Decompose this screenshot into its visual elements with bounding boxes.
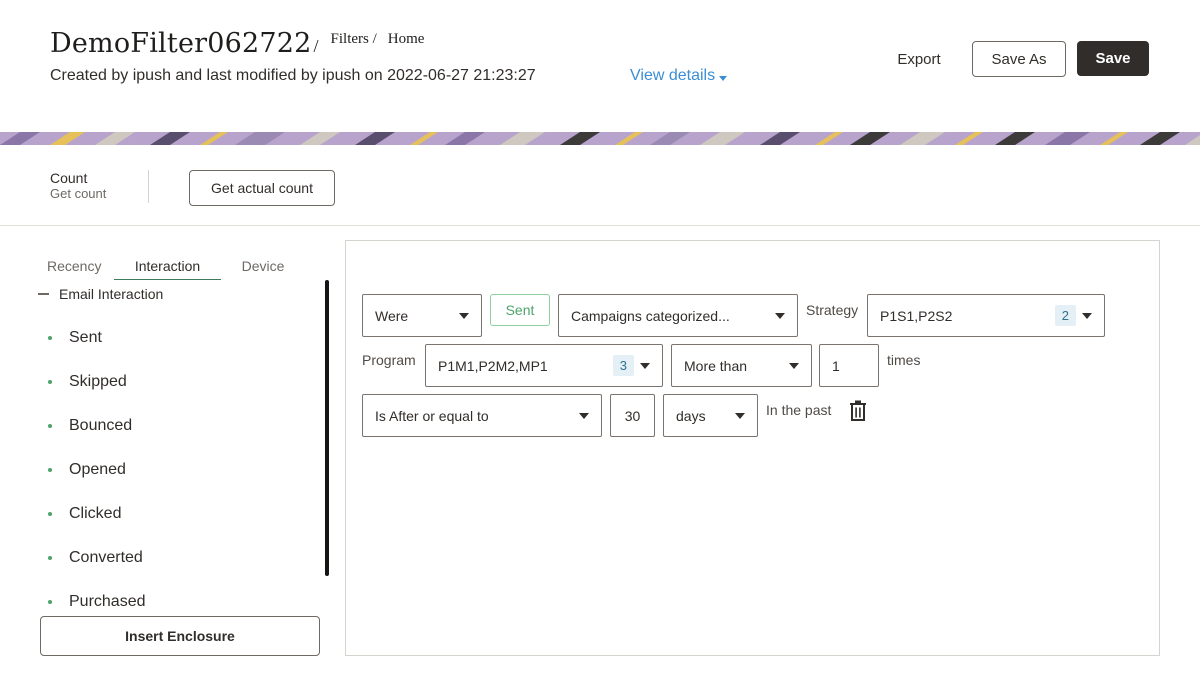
list-item-skipped[interactable]: Skipped [48, 360, 146, 404]
page-title: DemoFilter062722 [50, 28, 312, 59]
strategy-count-badge: 2 [1054, 305, 1076, 326]
bullet-icon [48, 468, 52, 472]
chevron-down-icon [459, 312, 469, 319]
list-item-opened[interactable]: Opened [48, 448, 146, 492]
collapse-icon[interactable] [38, 293, 49, 295]
tree-group-label: Email Interaction [59, 286, 164, 302]
bullet-icon [48, 380, 52, 384]
list-item-label: Converted [69, 549, 143, 566]
breadcrumb-filters[interactable]: Filters / [331, 31, 377, 48]
bullet-icon [48, 512, 52, 516]
comparator-select[interactable]: More than [671, 344, 812, 387]
chevron-down-icon [719, 75, 728, 81]
date-operator-value: Is After or equal to [375, 407, 489, 424]
banner-pattern [0, 132, 1200, 145]
insert-enclosure-button[interactable]: Insert Enclosure [40, 616, 320, 656]
delete-icon[interactable] [849, 400, 867, 422]
chevron-down-icon [775, 312, 785, 319]
tab-recency[interactable]: Recency [40, 254, 114, 280]
comparator-value: More than [684, 357, 748, 374]
were-select[interactable]: Were [362, 294, 482, 337]
list-item-label: Purchased [69, 593, 146, 610]
decorative-banner [0, 132, 1200, 145]
breadcrumb-home[interactable]: Home [388, 31, 425, 48]
view-details-label: View details [630, 67, 716, 84]
criteria-builder: Were Sent Campaigns categorized... Strat… [345, 240, 1160, 656]
strategy-value: P1S1,P2S2 [880, 307, 953, 324]
list-item-label: Sent [69, 329, 102, 346]
chevron-down-icon [735, 412, 745, 419]
count-divider [148, 170, 149, 203]
list-item-label: Clicked [69, 505, 122, 522]
get-actual-count-button[interactable]: Get actual count [189, 170, 335, 206]
list-item-label: Opened [69, 461, 126, 478]
program-select[interactable]: P1M1,P2M2,MP1 3 [425, 344, 663, 387]
bullet-icon [48, 556, 52, 560]
tab-device[interactable]: Device [221, 254, 305, 280]
scrollbar[interactable] [325, 280, 329, 576]
list-item-label: Skipped [69, 373, 127, 390]
chevron-down-icon [789, 362, 799, 369]
export-button[interactable]: Export [882, 42, 956, 76]
bullet-icon [48, 424, 52, 428]
count-label: Count [50, 170, 88, 186]
title-separator: / [313, 36, 319, 56]
view-details-link[interactable]: View details [630, 67, 728, 85]
page-header: DemoFilter062722 / Filters / Home Create… [0, 0, 1200, 132]
list-item-bounced[interactable]: Bounced [48, 404, 146, 448]
date-operator-select[interactable]: Is After or equal to [362, 394, 602, 437]
list-item-converted[interactable]: Converted [48, 536, 146, 580]
in-the-past-label: In the past [766, 402, 832, 418]
bullet-icon [48, 600, 52, 604]
interaction-list: Sent Skipped Bounced Opened Clicked Conv… [48, 316, 146, 624]
times-label: times [887, 352, 921, 368]
trash-icon [850, 400, 866, 421]
list-item-clicked[interactable]: Clicked [48, 492, 146, 536]
days-unit-value: days [676, 407, 706, 424]
count-sublabel: Get count [50, 186, 107, 201]
chevron-down-icon [640, 362, 650, 369]
program-label: Program [362, 352, 416, 368]
campaigns-select[interactable]: Campaigns categorized... [558, 294, 798, 337]
strategy-label: Strategy [806, 302, 859, 318]
save-button[interactable]: Save [1077, 41, 1149, 76]
were-value: Were [375, 307, 409, 324]
save-as-button[interactable]: Save As [972, 41, 1066, 77]
days-input[interactable]: 30 [610, 394, 655, 437]
strategy-select[interactable]: P1S1,P2S2 2 [867, 294, 1105, 337]
bullet-icon [48, 336, 52, 340]
email-interaction-group[interactable]: Email Interaction [38, 286, 163, 302]
count-section: Count Get count Get actual count [0, 145, 1200, 226]
chevron-down-icon [579, 412, 589, 419]
list-item-sent[interactable]: Sent [48, 316, 146, 360]
times-input[interactable]: 1 [819, 344, 879, 387]
chevron-down-icon [1082, 312, 1092, 319]
title-row: DemoFilter062722 / Filters / Home [50, 28, 424, 59]
modified-info: Created by ipush and last modified by ip… [50, 67, 536, 84]
program-value: P1M1,P2M2,MP1 [438, 357, 548, 374]
sent-tag: Sent [490, 294, 550, 326]
tab-interaction[interactable]: Interaction [114, 254, 221, 280]
program-count-badge: 3 [612, 355, 634, 376]
list-item-label: Bounced [69, 417, 133, 434]
days-unit-select[interactable]: days [663, 394, 758, 437]
category-tabs: Recency Interaction Device [40, 254, 305, 280]
campaigns-value: Campaigns categorized... [571, 307, 730, 324]
